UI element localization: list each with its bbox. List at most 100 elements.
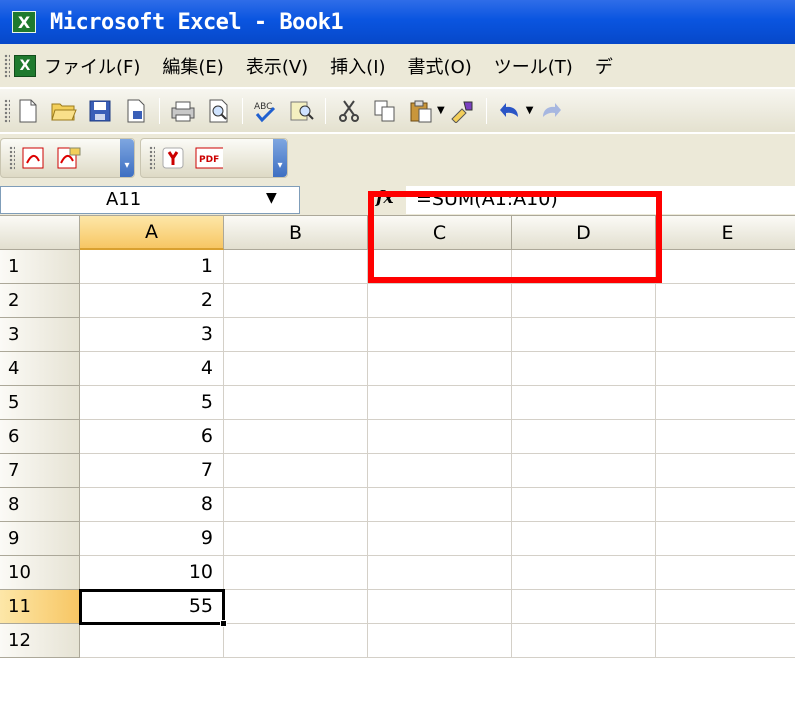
row-header-7[interactable]: 7 [0, 454, 80, 488]
print-preview-icon[interactable] [205, 97, 233, 125]
menu-data[interactable]: デ [595, 53, 613, 79]
column-header-e[interactable]: E [656, 216, 795, 250]
column-header-b[interactable]: B [224, 216, 368, 250]
cut-icon[interactable] [335, 97, 363, 125]
cell-d12[interactable] [512, 624, 656, 658]
menu-format[interactable]: 書式(O) [408, 53, 472, 79]
cell-b6[interactable] [224, 420, 368, 454]
cell-a1[interactable]: 1 [80, 250, 224, 284]
workbook-icon[interactable]: X [14, 54, 36, 77]
cell-c7[interactable] [368, 454, 512, 488]
menu-edit[interactable]: 編集(E) [162, 53, 223, 79]
row-header-1[interactable]: 1 [0, 250, 80, 284]
menu-tools[interactable]: ツール(T) [494, 53, 573, 79]
cell-b1[interactable] [224, 250, 368, 284]
cell-a5[interactable]: 5 [80, 386, 224, 420]
row-header-12[interactable]: 12 [0, 624, 80, 658]
cell-a9[interactable]: 9 [80, 522, 224, 556]
menu-view[interactable]: 表示(V) [246, 53, 308, 79]
cell-b4[interactable] [224, 352, 368, 386]
cell-c3[interactable] [368, 318, 512, 352]
row-header-6[interactable]: 6 [0, 420, 80, 454]
cell-d10[interactable] [512, 556, 656, 590]
cell-d8[interactable] [512, 488, 656, 522]
cell-e4[interactable] [656, 352, 795, 386]
toolbar-grip[interactable] [9, 146, 15, 170]
cell-b11[interactable] [224, 590, 368, 624]
acrobat-convert-mail-icon[interactable] [55, 144, 83, 172]
cell-d7[interactable] [512, 454, 656, 488]
row-header-4[interactable]: 4 [0, 352, 80, 386]
new-icon[interactable] [14, 97, 42, 125]
save-icon[interactable] [86, 97, 114, 125]
cell-b8[interactable] [224, 488, 368, 522]
cell-b9[interactable] [224, 522, 368, 556]
cell-c4[interactable] [368, 352, 512, 386]
menu-insert[interactable]: 挿入(I) [330, 53, 385, 79]
cell-e11[interactable] [656, 590, 795, 624]
pdf-icon[interactable]: PDF [195, 144, 223, 172]
cell-a4[interactable]: 4 [80, 352, 224, 386]
pdf-settings-icon[interactable] [159, 144, 187, 172]
cell-e2[interactable] [656, 284, 795, 318]
open-icon[interactable] [50, 97, 78, 125]
paste-icon[interactable] [407, 97, 435, 125]
cell-c5[interactable] [368, 386, 512, 420]
row-header-8[interactable]: 8 [0, 488, 80, 522]
cell-b2[interactable] [224, 284, 368, 318]
cell-c9[interactable] [368, 522, 512, 556]
permission-icon[interactable] [122, 97, 150, 125]
row-header-9[interactable]: 9 [0, 522, 80, 556]
undo-icon[interactable] [496, 97, 524, 125]
row-header-3[interactable]: 3 [0, 318, 80, 352]
cell-a10[interactable]: 10 [80, 556, 224, 590]
format-painter-icon[interactable] [449, 97, 477, 125]
cell-a8[interactable]: 8 [80, 488, 224, 522]
cell-e1[interactable] [656, 250, 795, 284]
paste-dropdown-icon[interactable]: ▼ [437, 105, 445, 116]
row-header-10[interactable]: 10 [0, 556, 80, 590]
row-header-5[interactable]: 5 [0, 386, 80, 420]
research-icon[interactable] [288, 97, 316, 125]
cell-d11[interactable] [512, 590, 656, 624]
cell-e3[interactable] [656, 318, 795, 352]
cell-e7[interactable] [656, 454, 795, 488]
cell-e5[interactable] [656, 386, 795, 420]
select-all-corner[interactable] [0, 216, 80, 250]
column-header-a[interactable]: A [80, 216, 224, 250]
row-header-2[interactable]: 2 [0, 284, 80, 318]
cell-c6[interactable] [368, 420, 512, 454]
cell-c8[interactable] [368, 488, 512, 522]
toolbar-grip[interactable] [4, 53, 10, 78]
toolbar-grip[interactable] [149, 146, 155, 170]
name-box-dropdown-icon[interactable]: ▼ [266, 190, 277, 206]
cell-d3[interactable] [512, 318, 656, 352]
name-box[interactable]: A11 ▼ [0, 186, 300, 214]
row-header-11[interactable]: 11 [0, 590, 80, 624]
redo-icon[interactable] [537, 97, 565, 125]
cell-a2[interactable]: 2 [80, 284, 224, 318]
spelling-icon[interactable]: ABC [252, 97, 280, 125]
cell-d5[interactable] [512, 386, 656, 420]
cell-d2[interactable] [512, 284, 656, 318]
toolbar-options-icon[interactable]: ▾ [120, 139, 134, 177]
cell-a7[interactable]: 7 [80, 454, 224, 488]
cell-e9[interactable] [656, 522, 795, 556]
cell-c10[interactable] [368, 556, 512, 590]
toolbar-grip[interactable] [4, 98, 10, 123]
copy-icon[interactable] [371, 97, 399, 125]
cell-e12[interactable] [656, 624, 795, 658]
cell-b7[interactable] [224, 454, 368, 488]
acrobat-convert-icon[interactable] [19, 144, 47, 172]
cell-a6[interactable]: 6 [80, 420, 224, 454]
cell-a12[interactable] [80, 624, 224, 658]
undo-dropdown-icon[interactable]: ▼ [526, 105, 534, 116]
cell-c11[interactable] [368, 590, 512, 624]
cell-a3[interactable]: 3 [80, 318, 224, 352]
cell-e8[interactable] [656, 488, 795, 522]
print-icon[interactable] [169, 97, 197, 125]
toolbar-options-icon[interactable]: ▾ [273, 139, 287, 177]
cell-e6[interactable] [656, 420, 795, 454]
fill-handle[interactable] [220, 620, 227, 627]
cell-c12[interactable] [368, 624, 512, 658]
